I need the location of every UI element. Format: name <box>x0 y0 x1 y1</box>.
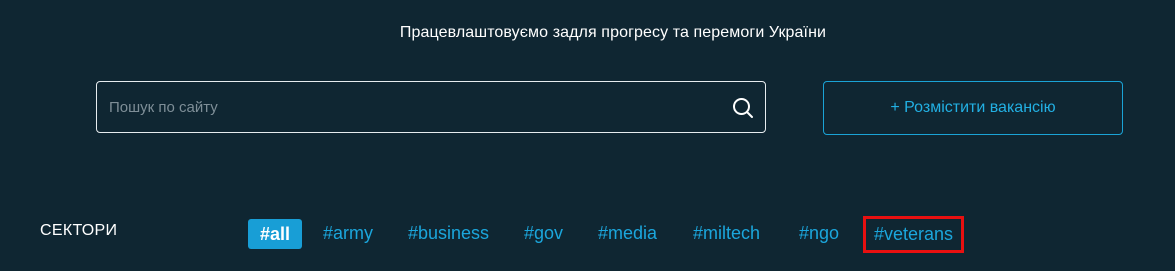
tag-miltech[interactable]: #miltech <box>693 219 760 248</box>
search-box[interactable] <box>96 81 766 133</box>
sectors-label: СЕКТОРИ <box>40 222 118 239</box>
tag-media[interactable]: #media <box>598 219 657 248</box>
post-job-button[interactable]: + Розмістити вакансію <box>823 81 1123 135</box>
tag-all[interactable]: #all <box>248 219 303 249</box>
page-tagline: Працевлаштовуємо задля прогресу та перем… <box>399 24 827 41</box>
tag-army[interactable]: #army <box>323 219 373 248</box>
search-icon[interactable] <box>732 97 754 119</box>
tag-business[interactable]: #business <box>408 219 489 248</box>
search-input[interactable] <box>109 82 719 132</box>
tag-ngo[interactable]: #ngo <box>799 219 839 248</box>
tag-veterans[interactable]: #veterans <box>862 216 965 253</box>
tag-gov[interactable]: #gov <box>524 219 563 248</box>
